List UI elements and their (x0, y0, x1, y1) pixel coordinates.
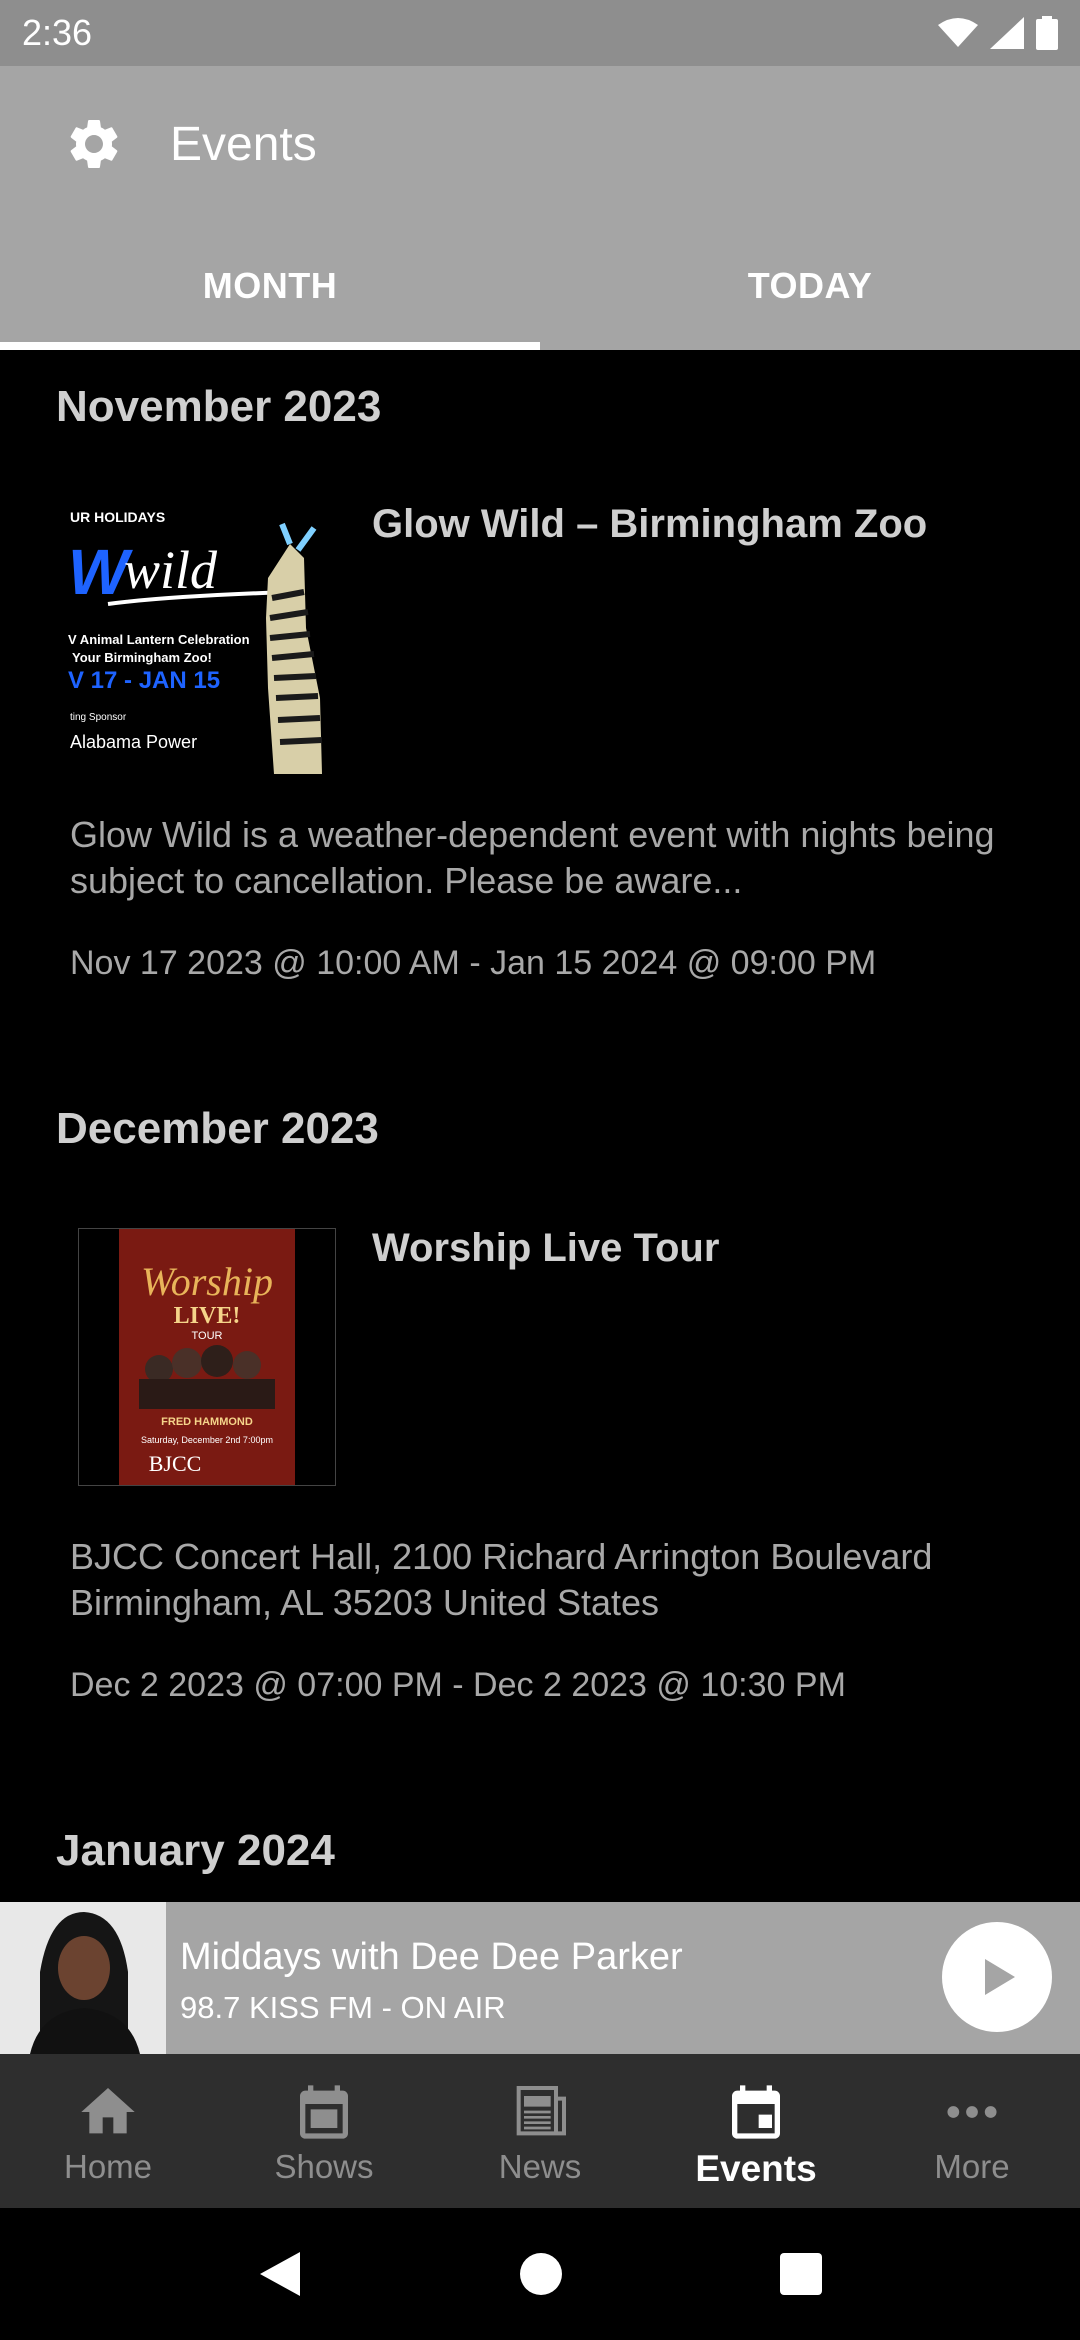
nav-more[interactable]: More (864, 2054, 1080, 2208)
status-bar: 2:36 (0, 0, 1080, 66)
tab-month[interactable]: MONTH (0, 222, 540, 350)
recents-icon[interactable] (779, 2253, 822, 2295)
signal-icon (990, 17, 1024, 49)
nav-events[interactable]: Events (648, 2054, 864, 2208)
mini-player[interactable]: Middays with Dee Dee Parker 98.7 KISS FM… (0, 1902, 1080, 2054)
home-circle-icon[interactable] (519, 2252, 563, 2296)
event-dates: Dec 2 2023 @ 07:00 PM - Dec 2 2023 @ 10:… (70, 1666, 846, 1704)
nav-label: News (498, 2148, 582, 2185)
svg-text:Alabama Power: Alabama Power (70, 732, 197, 752)
calendar-icon (300, 2085, 348, 2139)
battery-icon (1036, 16, 1058, 50)
event-title[interactable]: Glow Wild – Birmingham Zoo (372, 502, 927, 547)
nav-label: Shows (274, 2148, 374, 2185)
play-icon (985, 1959, 1015, 1995)
newspaper-icon (516, 2086, 566, 2136)
svg-text:BJCC: BJCC (149, 1451, 202, 1476)
svg-text:ting Sponsor: ting Sponsor (70, 712, 127, 723)
status-time: 2:36 (22, 12, 93, 53)
gear-icon[interactable] (64, 114, 124, 174)
nav-label: Home (63, 2148, 153, 2185)
back-icon[interactable] (258, 2250, 302, 2298)
event-thumbnail[interactable]: Worship LIVE! TOUR FRED HAMMOND Saturday… (78, 1228, 336, 1486)
event-dates: Nov 17 2023 @ 10:00 AM - Jan 15 2024 @ 0… (70, 944, 877, 982)
glow-wild-poster: UR HOLIDAYS W wild V Animal Lantern Cele… (68, 498, 344, 774)
svg-text:FRED HAMMOND: FRED HAMMOND (161, 1416, 253, 1428)
play-button[interactable] (942, 1922, 1052, 2032)
tab-bar: MONTH TODAY (0, 222, 1080, 350)
player-subtitle: 98.7 KISS FM - ON AIR (180, 1990, 506, 2025)
wifi-icon (938, 18, 978, 47)
nav-news[interactable]: News (432, 2054, 648, 2208)
svg-text:UR HOLIDAYS: UR HOLIDAYS (70, 509, 165, 525)
wild-logo-text: wild (124, 540, 218, 600)
status-icons (938, 16, 1058, 50)
nav-label: More (934, 2148, 1010, 2185)
player-title: Middays with Dee Dee Parker (180, 1936, 683, 1978)
event-calendar-icon (732, 2085, 780, 2139)
host-avatar (0, 1902, 166, 2054)
event-description: Glow Wild is a weather-dependent event w… (70, 814, 995, 901)
svg-text:Saturday, December 2nd 7:00pm: Saturday, December 2nd 7:00pm (141, 1435, 273, 1445)
month-header: November 2023 (56, 382, 382, 431)
svg-text:Worship: Worship (141, 1259, 273, 1304)
app-bar: Events MONTH TODAY (0, 66, 1080, 350)
more-dots-icon (947, 2106, 997, 2118)
events-list[interactable]: November 2023 UR HOLIDAYS W wild V Anima… (0, 350, 1080, 1902)
month-header: December 2023 (56, 1104, 379, 1153)
page-title: Events (170, 117, 317, 171)
event-thumbnail[interactable]: UR HOLIDAYS W wild V Animal Lantern Cele… (68, 498, 344, 774)
home-icon (81, 2088, 135, 2134)
event-title[interactable]: Worship Live Tour (372, 1226, 719, 1271)
svg-text:V 17 - JAN 15: V 17 - JAN 15 (68, 667, 220, 694)
tab-today[interactable]: TODAY (540, 222, 1080, 350)
month-header: January 2024 (56, 1826, 335, 1875)
event-description: BJCC Concert Hall, 2100 Richard Arringto… (70, 1536, 933, 1623)
nav-shows[interactable]: Shows (216, 2054, 432, 2208)
system-nav-bar (0, 2208, 1080, 2340)
nav-label: Events (695, 2148, 817, 2189)
bottom-nav: Home Shows News Events More (0, 2054, 1080, 2208)
worship-live-poster: Worship LIVE! TOUR FRED HAMMOND Saturday… (79, 1229, 335, 1485)
svg-text:V Animal Lantern Celebration: V Animal Lantern Celebration (68, 632, 250, 647)
svg-text:TOUR: TOUR (192, 1330, 223, 1342)
svg-text:Your Birmingham Zoo!: Your Birmingham Zoo! (72, 650, 212, 665)
svg-text:LIVE!: LIVE! (174, 1303, 241, 1329)
nav-home[interactable]: Home (0, 2054, 216, 2208)
